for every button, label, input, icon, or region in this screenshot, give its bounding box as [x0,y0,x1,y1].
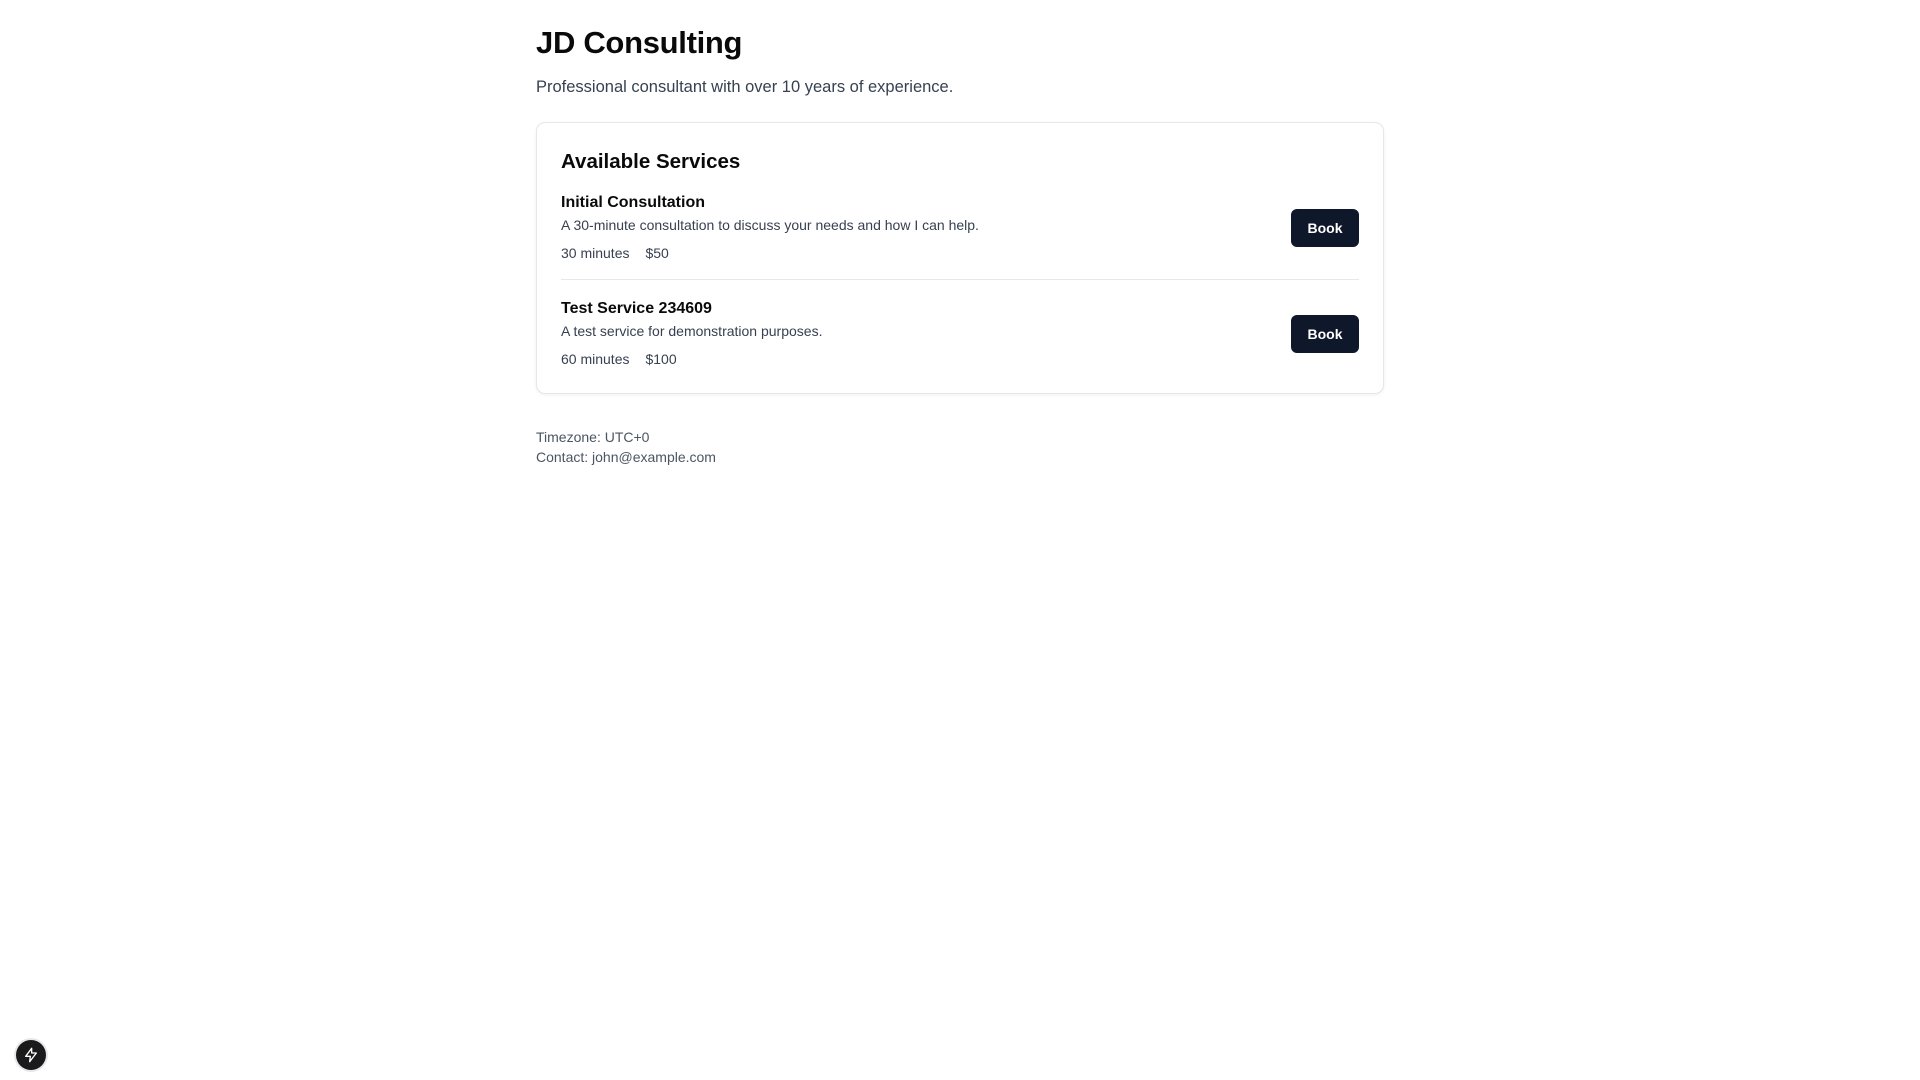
service-duration: 30 minutes [561,245,630,261]
service-item: Initial Consultation A 30-minute consult… [561,193,1359,279]
floating-action-button[interactable] [16,1040,46,1070]
service-name: Initial Consultation [561,194,705,211]
services-card: Available Services Initial Consultation … [536,122,1384,394]
service-description: A test service for demonstration purpose… [561,323,823,339]
service-name: Test Service 234609 [561,300,712,317]
footer-info: Timezone: UTC+0 Contact: john@example.co… [536,427,1384,467]
service-price: $100 [645,351,677,367]
bolt-icon [25,1047,37,1063]
service-meta: 60 minutes $100 [561,350,822,369]
page: JD Consulting Professional consultant wi… [0,0,1920,1080]
book-button[interactable]: Book [1291,209,1359,247]
services-card-title: Available Services [561,150,741,173]
service-info: Initial Consultation A 30-minute consult… [561,193,979,263]
main-container: JD Consulting Professional consultant wi… [536,0,1384,467]
timezone-text: Timezone: UTC+0 [536,429,650,445]
service-item: Test Service 234609 A test service for d… [561,279,1359,385]
page-subtitle: Professional consultant with over 10 yea… [536,78,954,96]
book-button[interactable]: Book [1291,315,1359,353]
page-title: JD Consulting [536,25,743,60]
service-price: $50 [645,245,669,261]
service-description: A 30-minute consultation to discuss your… [561,217,979,233]
service-info: Test Service 234609 A test service for d… [561,299,822,369]
service-duration: 60 minutes [561,351,630,367]
contact-text: Contact: john@example.com [536,449,716,465]
service-meta: 30 minutes $50 [561,244,979,263]
